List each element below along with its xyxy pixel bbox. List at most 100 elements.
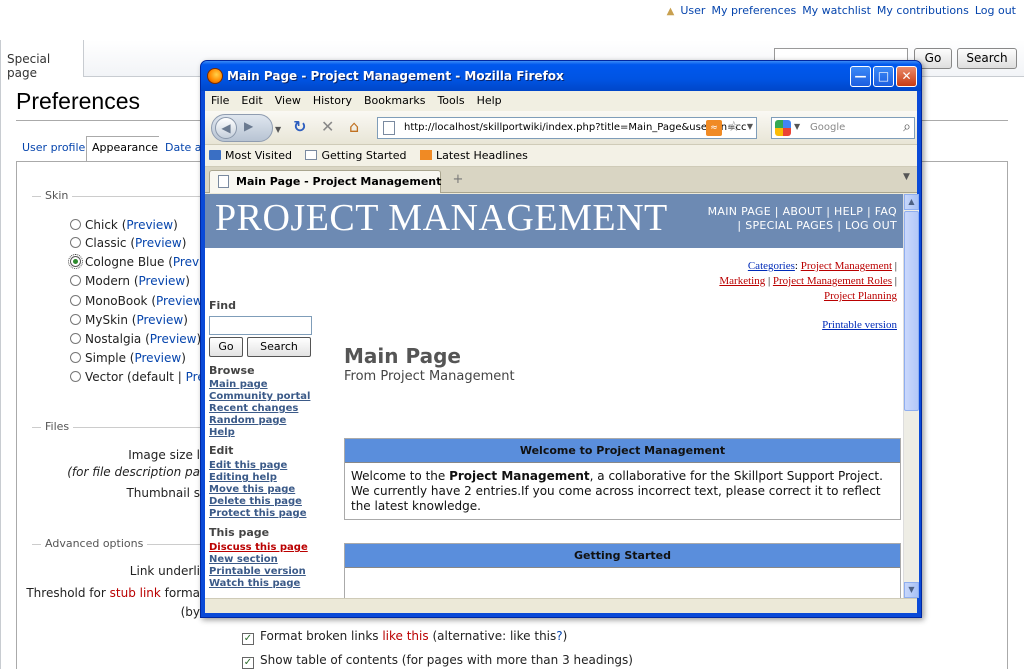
url-bar[interactable]: http://localhost/skillportwiki/index.php… [377,117,757,139]
skin-option-classic[interactable]: Classic (Preview) [70,236,186,250]
skin-option-nostalgia[interactable]: Nostalgia (Preview) [70,332,201,346]
engine-dropdown-icon[interactable]: ▼ [794,122,800,131]
scroll-up-icon[interactable]: ▲ [904,194,919,210]
menu-help[interactable]: Help [477,94,502,107]
radio-button[interactable] [70,333,81,344]
category-link[interactable]: Project Management [801,260,892,272]
menu-edit[interactable]: Edit [241,94,262,107]
window-titlebar[interactable]: Main Page - Project Management - Mozilla… [201,61,921,91]
sidebar-link-printable[interactable]: Printable version [209,566,308,578]
forward-arrow-icon[interactable]: ▶ [244,119,253,133]
radio-button[interactable] [70,371,81,382]
personal-link-watchlist[interactable]: My watchlist [802,4,871,17]
bookmark-most-visited[interactable]: Most Visited [209,149,292,162]
skin-option-cologne-blue[interactable]: Cologne Blue (Previe [68,254,210,269]
personal-link-contributions[interactable]: My contributions [877,4,969,17]
sidebar-link-protect-page[interactable]: Protect this page [209,508,307,520]
skin-option-myskin[interactable]: MySkin (Preview) [70,313,188,327]
checkbox-checked[interactable]: ✓ [242,657,254,669]
new-tab-button[interactable]: + [449,172,467,190]
broken-link-example[interactable]: like this [382,629,428,643]
radio-button[interactable] [70,352,81,363]
menu-tools[interactable]: Tools [437,94,464,107]
google-engine-icon[interactable] [775,120,791,136]
menu-history[interactable]: History [313,94,352,107]
category-link[interactable]: Project Management Roles [773,275,892,287]
preview-link[interactable]: Preview [139,274,186,288]
history-dropdown-icon[interactable]: ▼ [275,122,281,138]
bookmark-star-icon[interactable]: ☆ [727,119,740,135]
preview-link[interactable]: Preview [126,218,173,232]
tab-special-page[interactable]: Special page [0,40,84,80]
tab-appearance[interactable]: Appearance [86,136,165,161]
scrollbar-thumb[interactable] [904,211,919,411]
skin-option-monobook[interactable]: MonoBook (Preview) [70,294,207,308]
home-icon[interactable]: ⌂ [349,119,359,135]
preview-link[interactable]: Preview [136,313,183,327]
sidebar-link-new-section[interactable]: New section [209,554,308,566]
scroll-down-icon[interactable]: ▼ [904,582,919,598]
bookmark-getting-started[interactable]: Getting Started [305,149,407,162]
skin-option-vector[interactable]: Vector (default | Prev [70,370,212,384]
bookmark-latest-headlines[interactable]: Latest Headlines [420,149,528,162]
skin-option-chick[interactable]: Chick (Preview) [70,218,178,232]
sidebar-link-move-page[interactable]: Move this page [209,484,307,496]
vertical-scrollbar[interactable]: ▲ ▼ [903,194,919,598]
menu-file[interactable]: File [211,94,229,107]
browser-search-input[interactable]: ▼ Google ⌕ [771,117,915,139]
category-link[interactable]: Marketing [719,275,765,287]
skin-option-simple[interactable]: Simple (Preview) [70,351,186,365]
skin-option-modern[interactable]: Modern (Preview) [70,274,190,288]
back-arrow-icon[interactable]: ◀ [215,117,237,139]
sidebar-link-recent-changes[interactable]: Recent changes [209,403,310,415]
radio-button[interactable] [70,237,81,248]
sidebar-link-editing-help[interactable]: Editing help [209,472,307,484]
show-toc-option[interactable]: ✓ Show table of contents (for pages with … [242,653,633,669]
radio-button[interactable] [70,219,81,230]
url-dropdown-icon[interactable]: ▼ [747,122,753,131]
personal-link-logout[interactable]: Log out [975,4,1016,17]
close-button[interactable]: ✕ [896,66,917,87]
personal-link-user[interactable]: User [680,4,705,17]
sidebar-link-edit-page[interactable]: Edit this page [209,460,307,472]
tab-list-dropdown-icon[interactable]: ▼ [903,172,915,188]
checkbox-checked[interactable]: ✓ [242,633,254,645]
wiki-logo[interactable]: PROJECT MANAGEMENT [215,196,668,240]
preview-link[interactable]: Preview [156,294,203,308]
preview-link[interactable]: Preview [134,351,181,365]
radio-button[interactable] [70,314,81,325]
reload-icon[interactable]: ↻ [293,119,306,135]
sidebar-link-delete-page[interactable]: Delete this page [209,496,307,508]
magnifier-icon[interactable]: ⌕ [903,119,911,135]
category-link[interactable]: Project Planning [824,290,897,302]
categories-label[interactable]: Categories [748,260,795,272]
topnav-line-2[interactable]: | SPECIAL PAGES | LOG OUT [708,219,897,233]
sidebar-link-discuss[interactable]: Discuss this page [209,542,308,554]
preview-link[interactable]: Preview [135,236,182,250]
wiki-search-input[interactable] [209,316,312,335]
radio-button-selected[interactable] [68,254,83,269]
maximize-button[interactable]: □ [873,66,894,87]
menu-bookmarks[interactable]: Bookmarks [364,94,425,107]
topnav-line-1[interactable]: MAIN PAGE | ABOUT | HELP | FAQ [708,205,897,219]
personal-link-preferences[interactable]: My preferences [711,4,796,17]
sidebar-link-help[interactable]: Help [209,427,310,439]
search-button[interactable]: Search [957,48,1017,69]
printable-version-link[interactable]: Printable version [822,319,897,331]
browser-tab-active[interactable]: Main Page - Project Management [209,170,441,193]
radio-button[interactable] [70,295,81,306]
preview-link[interactable]: Preview [150,332,197,346]
stop-icon[interactable]: ✕ [321,119,334,135]
wiki-go-button[interactable]: Go [209,337,243,357]
rss-feed-icon[interactable]: ≈ [706,120,722,136]
menu-view[interactable]: View [275,94,301,107]
format-broken-links-option[interactable]: ✓ Format broken links like this (alternat… [242,629,567,645]
minimize-button[interactable]: — [850,66,871,87]
sidebar-link-community-portal[interactable]: Community portal [209,391,310,403]
radio-button[interactable] [70,275,81,286]
sidebar-link-watch[interactable]: Watch this page [209,578,308,590]
sidebar-link-main-page[interactable]: Main page [209,379,310,391]
stub-link[interactable]: stub link [110,586,161,600]
wiki-search-button[interactable]: Search [247,337,311,357]
sidebar-link-random-page[interactable]: Random page [209,415,310,427]
